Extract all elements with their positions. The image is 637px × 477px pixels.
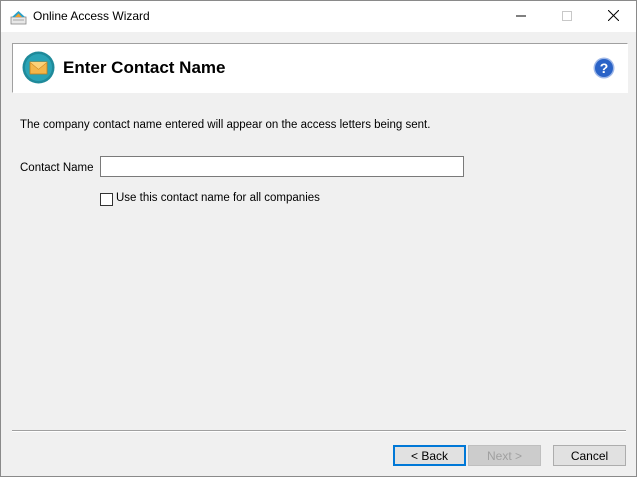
close-button[interactable]: [590, 1, 636, 32]
cancel-button[interactable]: Cancel: [553, 445, 626, 466]
use-for-all-label: Use this contact name for all companies: [116, 192, 320, 204]
close-icon: [607, 8, 619, 26]
wizard-header: Enter Contact Name ?: [12, 43, 628, 93]
wizard-window: Online Access Wizard Enter Contact Name …: [0, 0, 637, 477]
contact-name-label: Contact Name: [20, 162, 94, 174]
contact-name-input[interactable]: [100, 156, 464, 177]
maximize-button[interactable]: [544, 1, 590, 32]
window-title: Online Access Wizard: [33, 9, 150, 23]
svg-text:?: ?: [600, 60, 609, 76]
app-icon: [10, 8, 27, 25]
back-button[interactable]: < Back: [393, 445, 466, 466]
maximize-icon: [562, 8, 572, 26]
use-for-all-checkbox[interactable]: [100, 193, 113, 206]
page-title: Enter Contact Name: [63, 58, 226, 77]
next-button[interactable]: Next >: [468, 445, 541, 466]
minimize-icon: [516, 8, 526, 26]
envelope-icon: [22, 51, 55, 84]
footer-divider: [12, 430, 626, 432]
minimize-button[interactable]: [498, 1, 544, 32]
description-text: The company contact name entered will ap…: [20, 119, 431, 131]
title-bar: Online Access Wizard: [1, 1, 636, 32]
help-icon[interactable]: ?: [593, 57, 615, 79]
